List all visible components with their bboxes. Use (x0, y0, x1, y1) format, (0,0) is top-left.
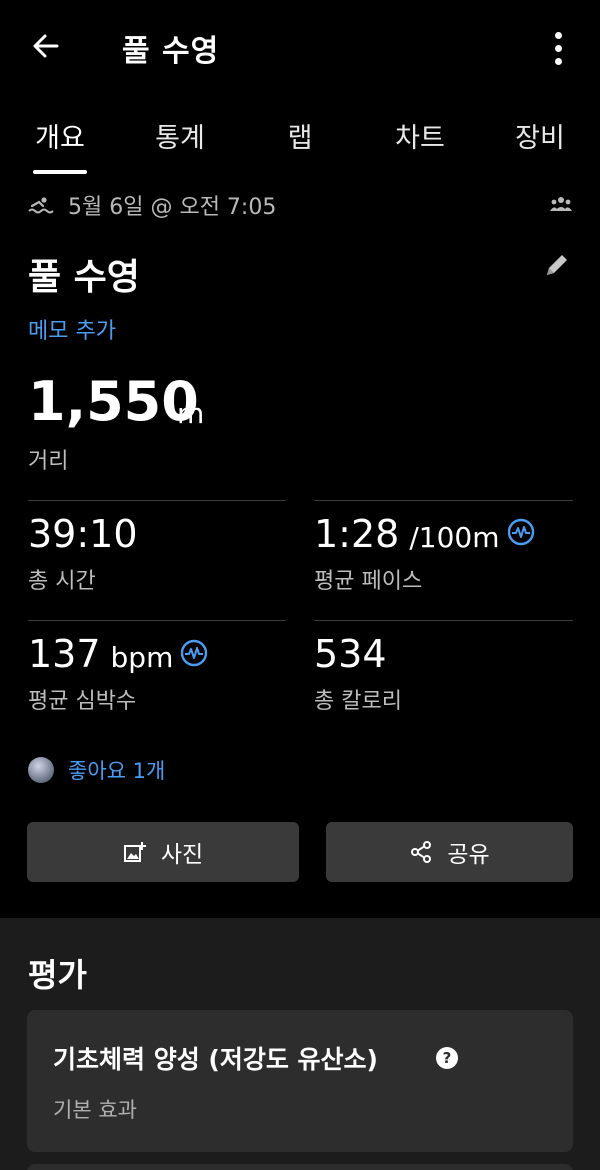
avg-pace-row: 1:28/100m (314, 512, 500, 556)
share-button[interactable]: 공유 (326, 822, 573, 882)
training-effect-subtitle: 기본 효과 (53, 1098, 137, 1122)
page-title: 풀 수영 (122, 34, 220, 69)
active-tab-indicator (33, 170, 87, 174)
distance-unit: m (177, 397, 205, 430)
distance-value: 1,550 (28, 370, 199, 433)
likes-text: 좋아요 1개 (68, 759, 166, 783)
arrow-left-icon (33, 34, 59, 58)
activity-title: 풀 수영 (28, 257, 140, 298)
next-card (27, 1164, 573, 1170)
tab-bar: 개요 통계 랩 차트 장비 (0, 108, 600, 178)
activity-date-row: 5월 6일 @ 오전 7:05 (28, 190, 276, 220)
top-bar: 풀 수영 (0, 0, 600, 92)
avg-hr-unit: bpm (110, 641, 174, 674)
avg-hr-label: 평균 심박수 (28, 689, 137, 714)
avg-pace-unit: /100m (409, 521, 500, 554)
share-icon (411, 841, 432, 863)
heart-rate-icon[interactable] (507, 518, 535, 546)
tab-stats[interactable]: 통계 (130, 116, 230, 155)
more-vert-icon (554, 31, 562, 39)
avatar (28, 757, 54, 783)
avg-hr-row: 137 bpm (28, 632, 173, 676)
tab-overview[interactable]: 개요 (10, 116, 110, 155)
divider (314, 500, 573, 501)
photo-button[interactable]: 사진 (27, 822, 299, 882)
avg-pace-value: 1:28 (314, 512, 400, 556)
divider (314, 620, 573, 621)
group-icon (550, 197, 572, 211)
training-effect-title: 기초체력 양성 (저강도 유산소) (53, 1045, 378, 1074)
help-icon[interactable]: ? (435, 1046, 459, 1070)
distance-label: 거리 (28, 449, 69, 474)
likes-row[interactable]: 좋아요 1개 (28, 755, 165, 785)
evaluation-section: 평가 기초체력 양성 (저강도 유산소) ? 기본 효과 (0, 918, 600, 1170)
avg-pace-label: 평균 페이스 (314, 569, 423, 594)
add-memo-link[interactable]: 메모 추가 (28, 313, 116, 345)
activity-date: 5월 6일 @ 오전 7:05 (68, 195, 277, 220)
total-time-label: 총 시간 (28, 569, 96, 594)
divider (28, 620, 286, 621)
pencil-icon[interactable] (542, 250, 572, 280)
avg-hr-value: 137 (28, 632, 101, 676)
add-photo-icon (123, 842, 146, 862)
training-effect-card[interactable]: 기초체력 양성 (저강도 유산소) ? 기본 효과 (27, 1010, 573, 1152)
tab-gear[interactable]: 장비 (490, 116, 590, 155)
calories-label: 총 칼로리 (314, 689, 402, 714)
svg-text:?: ? (443, 1049, 452, 1067)
photo-button-label: 사진 (160, 842, 204, 868)
more-menu-button[interactable] (538, 26, 578, 70)
calories-value: 534 (314, 632, 387, 676)
heart-rate-icon[interactable] (180, 639, 208, 667)
evaluation-title: 평가 (28, 956, 87, 994)
back-button[interactable] (28, 28, 64, 64)
share-button-label: 공유 (447, 842, 490, 868)
divider (28, 500, 286, 501)
tab-laps[interactable]: 랩 (250, 116, 350, 155)
tab-charts[interactable]: 차트 (370, 116, 470, 155)
total-time-value: 39:10 (28, 512, 138, 556)
swim-icon (28, 197, 54, 214)
